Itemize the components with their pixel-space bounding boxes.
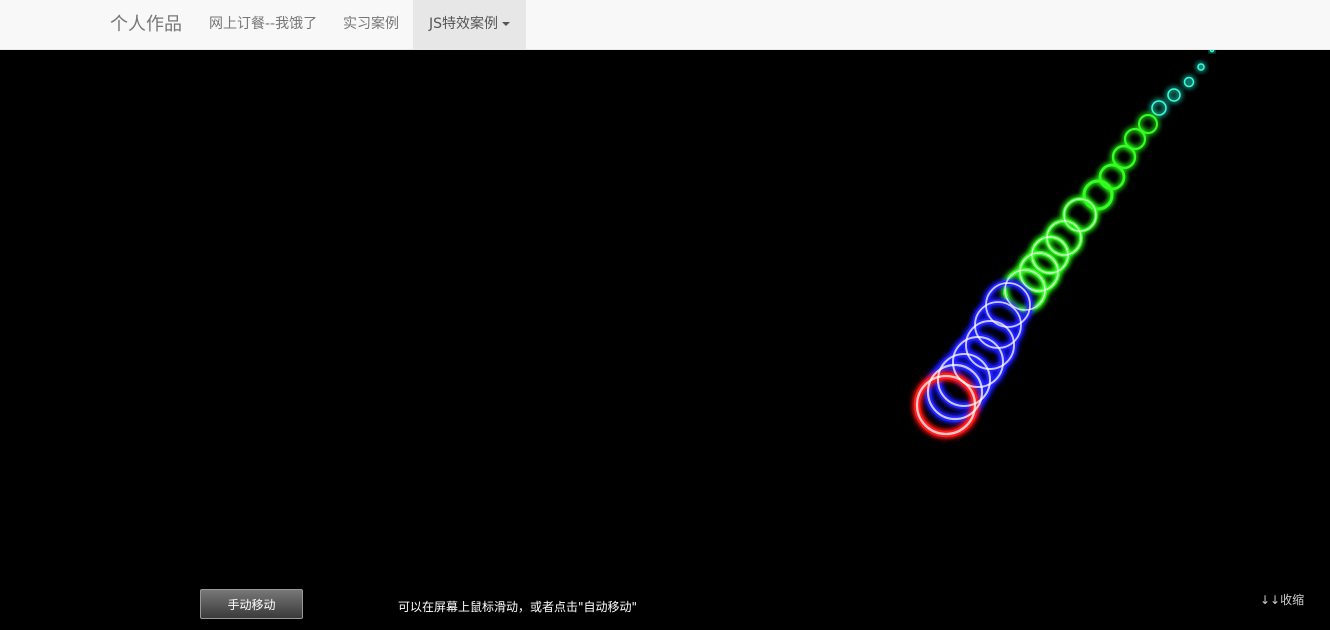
nav-link-online-ordering[interactable]: 网上订餐--我饿了 <box>195 0 331 49</box>
top-navbar: 个人作品 网上订餐--我饿了 实习案例 JS特效案例 <box>0 0 1330 50</box>
caret-down-icon <box>502 22 510 26</box>
instruction-hint: 可以在屏幕上鼠标滑动，或者点击"自动移动" <box>398 600 638 614</box>
nav-dropdown-js-effects[interactable]: JS特效案例 <box>413 0 526 49</box>
green-ring <box>1098 163 1126 191</box>
collapse-toggle[interactable]: ↓↓收缩 <box>1260 591 1304 608</box>
cyan-ring <box>1183 76 1195 88</box>
cyan-ring <box>1151 100 1167 116</box>
manual-move-button[interactable]: 手动移动 <box>200 589 303 619</box>
cyan-ring <box>1167 88 1181 102</box>
ring-trail <box>913 50 1215 438</box>
cyan-ring <box>1209 50 1215 53</box>
nav-link-internship-cases[interactable]: 实习案例 <box>329 0 413 49</box>
brand-link[interactable]: 个人作品 <box>110 0 182 49</box>
cyan-ring <box>1197 63 1205 71</box>
ring-core <box>1063 198 1097 232</box>
rings-canvas <box>913 50 1215 438</box>
animation-stage[interactable] <box>0 50 1330 630</box>
green-ring <box>1082 179 1114 211</box>
nav-dropdown-label: JS特效案例 <box>428 16 498 32</box>
